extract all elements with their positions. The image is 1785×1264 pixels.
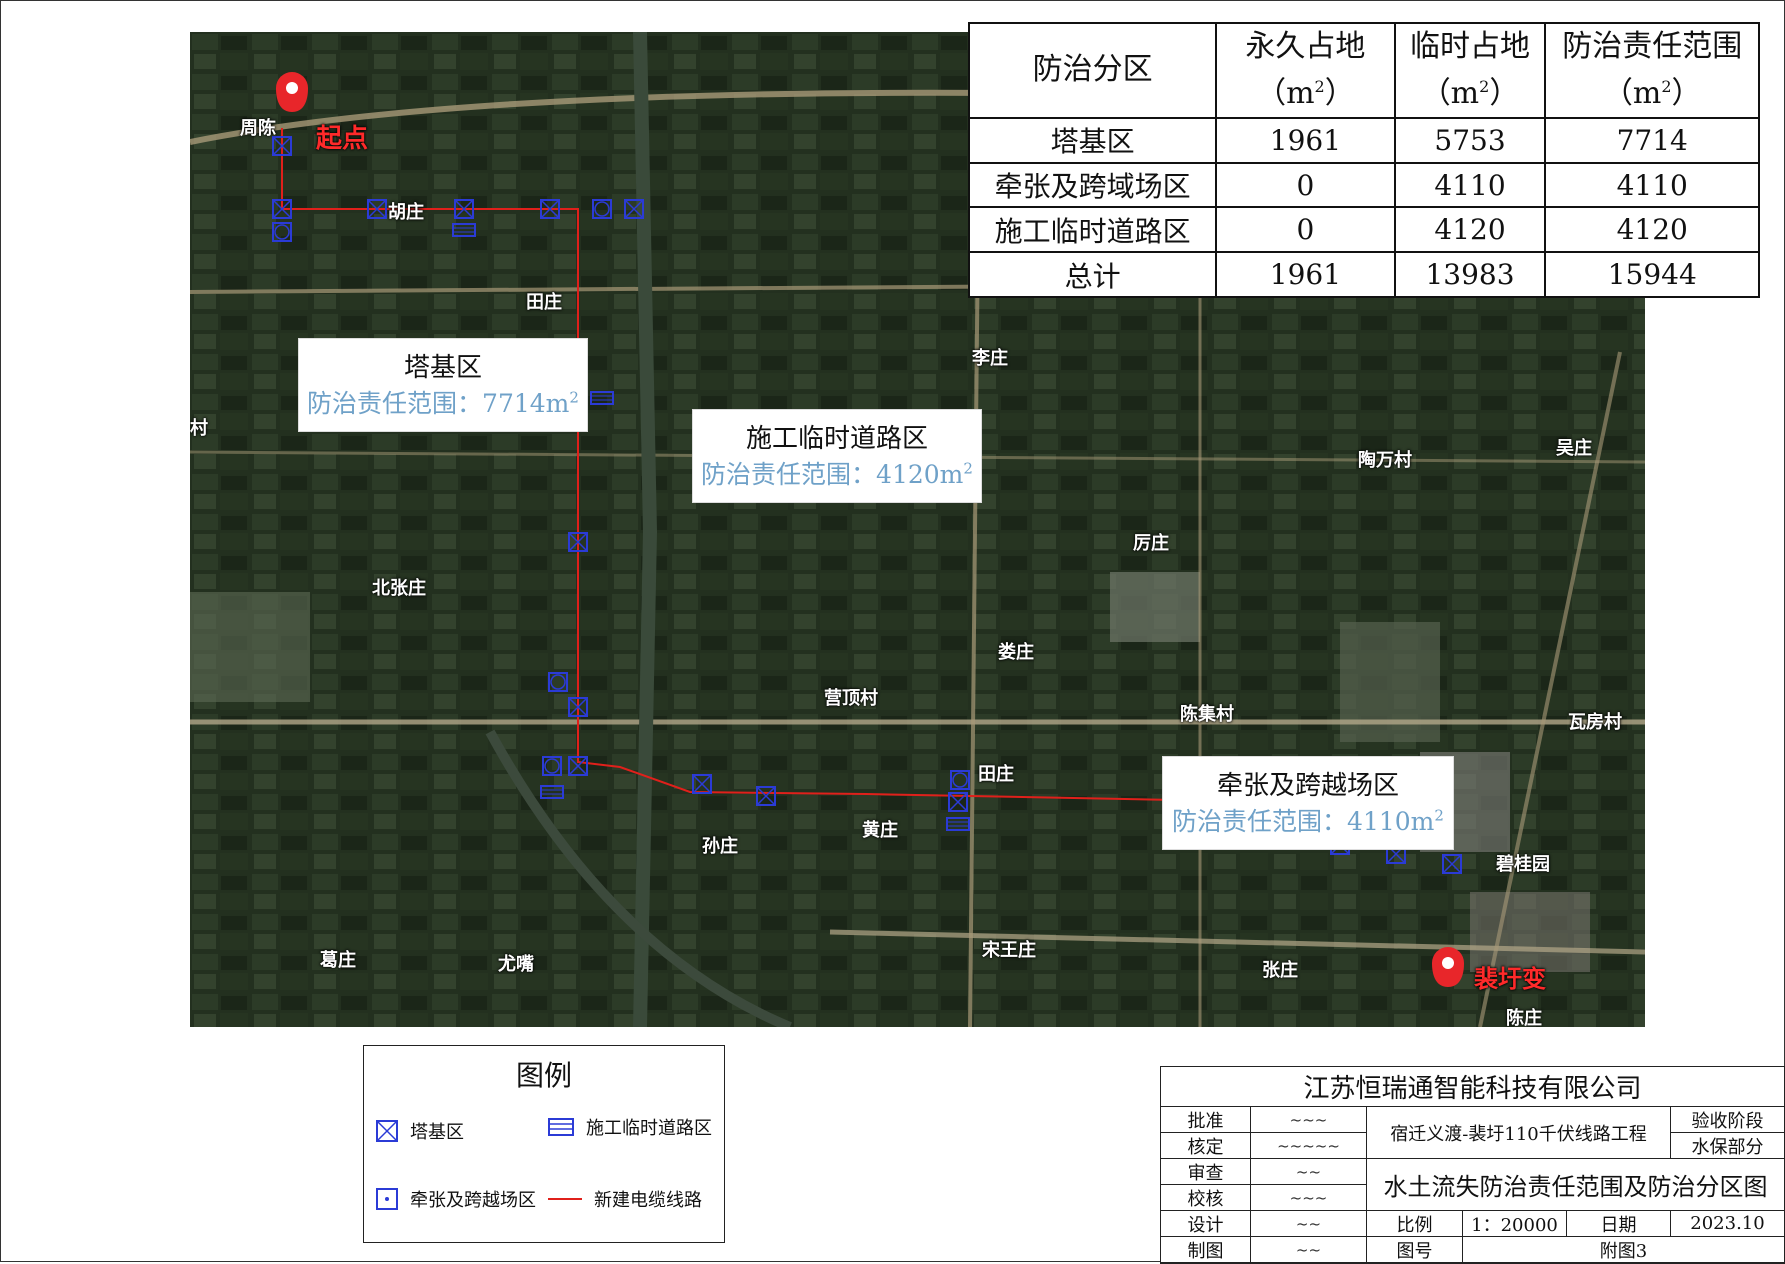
table-cell: 施工临时道路区	[967, 206, 1218, 254]
place-label: 田庄	[526, 292, 562, 313]
table-header-row: 防治分区 永久占地 （m2） 临时占地 （m2） 防治责任范围 （m2）	[967, 22, 1760, 119]
role-label: 批准	[1161, 1107, 1251, 1133]
cable-line-icon	[548, 1198, 582, 1200]
place-label: 厉庄	[1133, 533, 1169, 554]
scale-value: 1：20000	[1463, 1211, 1567, 1237]
legend-label: 新建电缆线路	[594, 1190, 702, 1211]
map-legend: 图例 塔基区 施工临时道路区 牵张及跨越场区 新建电缆线路	[363, 1045, 725, 1243]
callout-tower-area: 塔基区 防治责任范围：7714m2	[298, 338, 588, 432]
end-label: 裴圩变	[1474, 965, 1546, 993]
callout-title: 塔基区	[403, 353, 482, 383]
header-cell: 永久占地 （m2）	[1215, 22, 1396, 119]
table-cell: 4110	[1544, 161, 1760, 209]
table-cell: 13983	[1393, 251, 1547, 298]
date-value: 2023.10	[1671, 1211, 1785, 1237]
signature-image: ~~	[1251, 1211, 1367, 1237]
place-label: 营顶村	[824, 688, 878, 709]
role-label: 核定	[1161, 1133, 1251, 1159]
legend-label: 牵张及跨越场区	[410, 1190, 536, 1211]
place-label: 瓦房村	[1568, 712, 1622, 733]
table-cell: 15944	[1544, 251, 1760, 298]
legend-item-road: 施工临时道路区	[548, 1114, 712, 1140]
drawing-title-block: 江苏恒瑞通智能科技有限公司 批准 核定 审查 校核 设计 制图 ~~~ ~~~~…	[1160, 1066, 1785, 1264]
callout-range: 防治责任范围：4120m2	[701, 459, 973, 489]
table-cell: 塔基区	[967, 116, 1218, 164]
signature-image: ~~~~~	[1251, 1133, 1367, 1159]
company-name: 江苏恒瑞通智能科技有限公司	[1161, 1067, 1785, 1107]
area-summary-table: 防治分区 永久占地 （m2） 临时占地 （m2） 防治责任范围 （m2） 塔基区 19…	[967, 22, 1760, 298]
table-row: 施工临时道路区 0 4120 4120	[967, 206, 1760, 254]
place-label: 葛庄	[320, 950, 356, 971]
callout-range: 防治责任范围：7714m2	[307, 388, 579, 418]
callout-range: 防治责任范围：4110m2	[1172, 806, 1444, 836]
legend-label: 塔基区	[410, 1122, 464, 1143]
place-label: 周陈	[240, 118, 276, 139]
project-name: 宿迁义渡-裴圩110千伏线路工程	[1367, 1107, 1671, 1159]
place-label: 胡庄	[388, 202, 424, 223]
legend-label: 施工临时道路区	[586, 1118, 712, 1139]
legend-title: 图例	[515, 1059, 572, 1092]
header-cell: 防治责任范围 （m2）	[1544, 22, 1760, 119]
tower-symbol-icon	[376, 1120, 398, 1142]
table-cell: 4120	[1393, 206, 1547, 254]
role-label: 校核	[1161, 1185, 1251, 1211]
legend-item-line: 新建电缆线路	[548, 1186, 702, 1212]
signature-image: ~~~	[1251, 1107, 1367, 1133]
place-label: 北张庄	[372, 578, 426, 599]
header-cell: 临时占地 （m2）	[1393, 22, 1547, 119]
place-label: 黄庄	[862, 820, 898, 841]
dept-label: 水保部分	[1671, 1133, 1785, 1159]
callout-road-area: 施工临时道路区 防治责任范围：4120m2	[692, 409, 982, 503]
signature-image: ~~	[1251, 1159, 1367, 1185]
table-cell: 4110	[1393, 161, 1547, 209]
table-row: 总计 1961 13983 15944	[967, 251, 1760, 298]
table-cell: 1961	[1215, 116, 1396, 164]
place-label: 李庄	[972, 348, 1008, 369]
signature-image: ~~	[1251, 1237, 1367, 1263]
table-row: 牵张及跨域场区 0 4110 4110	[967, 161, 1760, 209]
callout-tension-area: 牵张及跨越场区 防治责任范围：4110m2	[1162, 756, 1454, 850]
table-cell: 0	[1215, 206, 1396, 254]
place-label: 陈集村	[1180, 704, 1234, 725]
signature-image: ~~~	[1251, 1185, 1367, 1211]
header-cell: 防治分区	[967, 22, 1218, 119]
place-label: 宋王庄	[982, 940, 1036, 961]
table-cell: 0	[1215, 161, 1396, 209]
place-label: 田庄	[978, 764, 1014, 785]
date-label: 日期	[1567, 1211, 1671, 1237]
role-label: 制图	[1161, 1237, 1251, 1263]
start-label: 起点	[316, 124, 369, 154]
legend-item-tower: 塔基区	[376, 1118, 464, 1144]
table-cell: 4120	[1544, 206, 1760, 254]
stage-label: 验收阶段	[1671, 1107, 1785, 1133]
place-label: 孙庄	[702, 836, 738, 857]
table-cell: 牵张及跨域场区	[967, 161, 1218, 209]
figno-value: 附图3	[1463, 1237, 1785, 1263]
table-cell: 1961	[1215, 251, 1396, 298]
road-symbol-icon	[548, 1118, 574, 1136]
scale-label: 比例	[1367, 1211, 1463, 1237]
role-label: 设计	[1161, 1211, 1251, 1237]
end-pin-icon	[1432, 947, 1464, 987]
start-pin-icon	[276, 72, 308, 112]
tension-symbol-icon	[376, 1188, 398, 1210]
place-label: 碧桂园	[1496, 854, 1550, 875]
place-label: 陶万村	[1358, 450, 1412, 471]
table-cell: 5753	[1393, 116, 1547, 164]
callout-title: 施工临时道路区	[745, 424, 928, 454]
place-label: 吴庄	[1556, 438, 1592, 459]
place-label: 张庄	[1262, 960, 1298, 981]
place-label: 尤嘴	[498, 954, 534, 975]
table-cell: 总计	[967, 251, 1218, 298]
table-cell: 7714	[1544, 116, 1760, 164]
role-label: 审查	[1161, 1159, 1251, 1185]
drawing-title: 水土流失防治责任范围及防治分区图	[1367, 1159, 1785, 1211]
table-row: 塔基区 1961 5753 7714	[967, 116, 1760, 164]
figno-label: 图号	[1367, 1237, 1463, 1263]
place-label: 村	[190, 418, 208, 439]
place-label: 陈庄	[1506, 1008, 1542, 1027]
place-label: 娄庄	[998, 642, 1034, 663]
callout-title: 牵张及跨越场区	[1216, 771, 1399, 801]
legend-item-tension: 牵张及跨越场区	[376, 1186, 536, 1212]
